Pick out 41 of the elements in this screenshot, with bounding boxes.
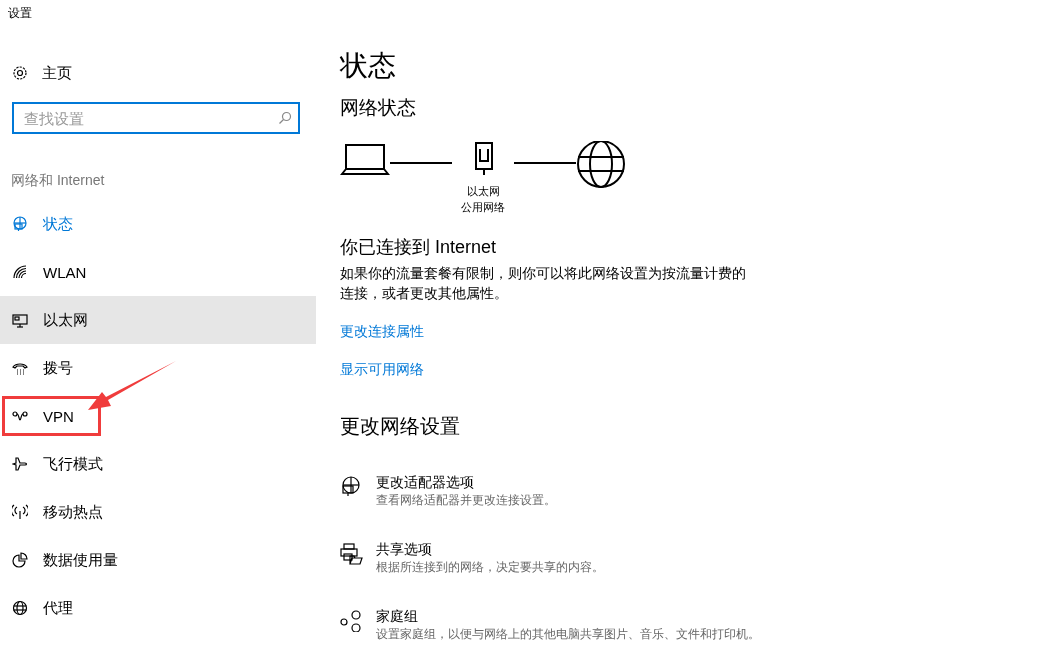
sidebar-item[interactable]: 飞行模式 bbox=[0, 440, 316, 488]
printer-folder-icon bbox=[340, 543, 364, 565]
status-heading: 你已连接到 Internet bbox=[340, 236, 498, 259]
pie-chart-icon bbox=[12, 552, 28, 568]
sidebar-item[interactable]: VPN bbox=[0, 392, 316, 440]
option-description: 根据所连接到的网络，决定要共享的内容。 bbox=[376, 559, 605, 576]
settings-icon bbox=[12, 65, 28, 81]
page-title: 状态 bbox=[340, 49, 397, 83]
laptop-icon bbox=[340, 141, 390, 177]
adapter-label: 以太网 bbox=[466, 184, 500, 199]
settings-link[interactable]: 更改连接属性 bbox=[340, 323, 424, 341]
sidebar-item[interactable]: 以太网 bbox=[0, 296, 316, 344]
globe-icon bbox=[12, 600, 28, 616]
window-title: 设置 bbox=[7, 5, 33, 22]
sidebar-item[interactable]: 移动热点 bbox=[0, 488, 316, 536]
sidebar-item[interactable]: 代理 bbox=[0, 584, 316, 632]
sidebar-item[interactable]: 数据使用量 bbox=[0, 536, 316, 584]
settings-link[interactable]: 显示可用网络 bbox=[340, 361, 424, 379]
section-heading: 更改网络设置 bbox=[340, 414, 461, 439]
sidebar-item[interactable]: 状态 bbox=[0, 200, 316, 248]
option-title[interactable]: 更改适配器选项 bbox=[376, 474, 796, 492]
status-text: 如果你的流量套餐有限制，则你可以将此网络设置为按流量计费的连接，或者更改其他属性。 bbox=[340, 264, 747, 303]
sidebar-item[interactable]: 拨号 bbox=[0, 344, 316, 392]
sidebar-item[interactable]: WLAN bbox=[0, 248, 316, 296]
hotspot-icon bbox=[12, 504, 28, 520]
globe-monitor-icon bbox=[12, 216, 28, 232]
airplane-icon bbox=[12, 456, 28, 472]
section-title: 网络和 Internet bbox=[10, 172, 106, 190]
option-title[interactable]: 共享选项 bbox=[376, 541, 796, 559]
option-title[interactable]: 家庭组 bbox=[376, 608, 796, 626]
network-label: 公用网络 bbox=[461, 200, 505, 215]
home-item[interactable]: 主页 bbox=[0, 53, 316, 93]
monitor-icon bbox=[12, 312, 28, 328]
wifi-icon bbox=[12, 264, 28, 280]
option-description: 设置家庭组，以便与网络上的其他电脑共享图片、音乐、文件和打印机。 bbox=[376, 626, 761, 643]
section-heading: 网络状态 bbox=[340, 96, 417, 120]
network-nodes-icon bbox=[340, 610, 364, 632]
phone-icon bbox=[12, 360, 28, 376]
search-field[interactable]: 查找设置 bbox=[12, 102, 300, 134]
search-icon bbox=[278, 111, 292, 125]
option-description: 查看网络适配器并更改连接设置。 bbox=[376, 492, 557, 509]
